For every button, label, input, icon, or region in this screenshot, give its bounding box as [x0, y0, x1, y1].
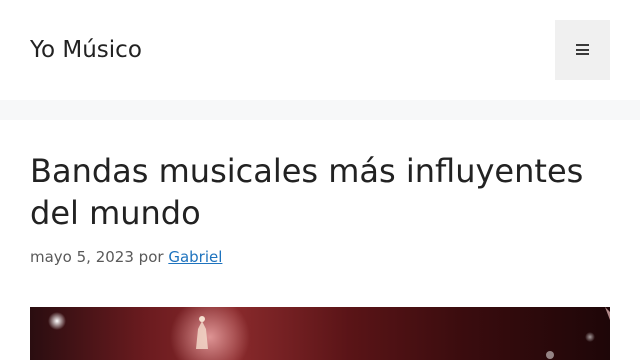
post-by-label: por: [138, 248, 164, 266]
menu-toggle-button[interactable]: [555, 20, 610, 80]
post-content: Bandas musicales más influyentes del mun…: [0, 120, 640, 360]
post-meta: mayo 5, 2023 por Gabriel: [30, 247, 222, 267]
post-author-link[interactable]: Gabriel: [168, 248, 222, 266]
post-date: mayo 5, 2023: [30, 248, 134, 266]
site-header: Yo Músico: [0, 0, 640, 100]
site-title-link[interactable]: Yo Músico: [30, 34, 142, 66]
concert-stage-photo: [48, 307, 610, 360]
featured-image: [30, 307, 610, 360]
hamburger-icon: [576, 44, 589, 55]
post-title: Bandas musicales más influyentes del mun…: [30, 152, 584, 232]
